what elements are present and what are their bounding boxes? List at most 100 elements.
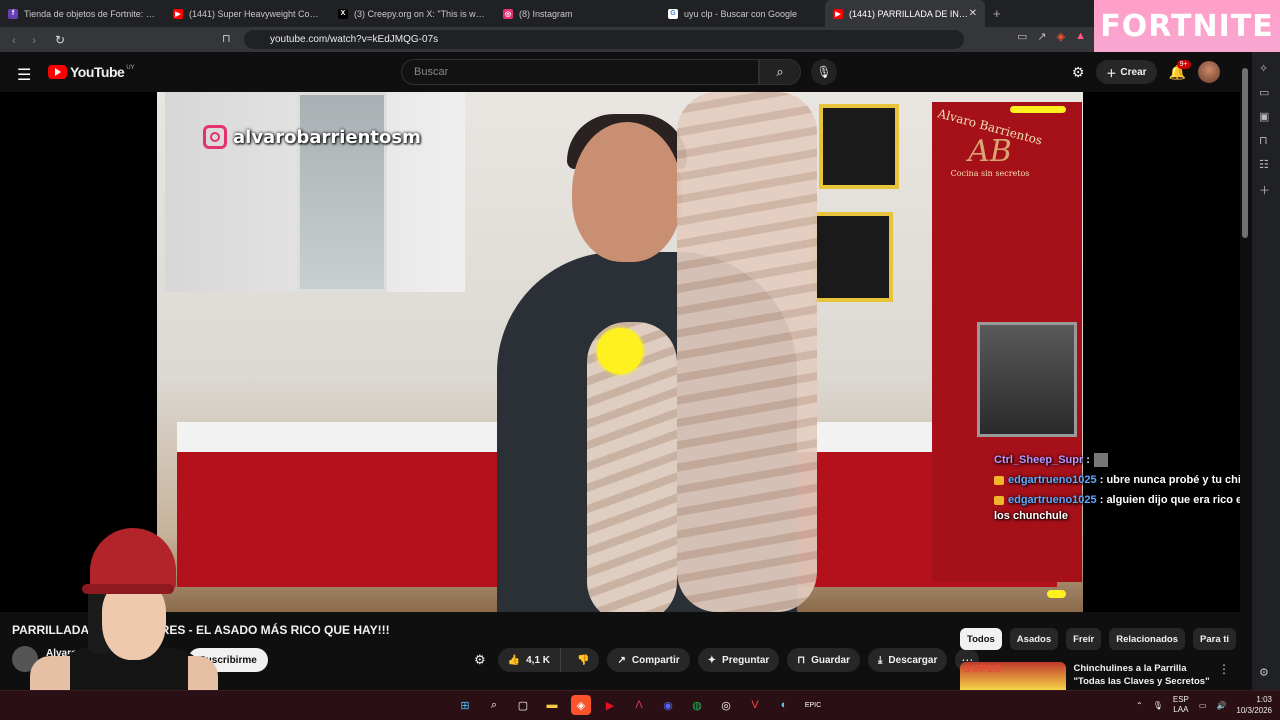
share-icon[interactable]: ↗ [1037,30,1046,43]
epic-icon[interactable]: Λ [629,695,649,715]
google-icon: G [668,8,678,19]
fortnite-ad-banner[interactable]: FORTNITE [1094,0,1280,52]
sparkle-icon: ✦ [707,654,717,666]
close-tab-icon[interactable]: ✕ [969,8,977,19]
system-tray: ⌃ 🎙 ESP LAA ▭ 🔊 1:03 10/3/2026 [1136,694,1272,716]
chat-user: edgartrueno1025 [1008,474,1097,486]
ask-button[interactable]: ✦ Preguntar [697,648,780,672]
gear-icon[interactable]: ⚙ [474,652,486,668]
discord-icon[interactable]: ◉ [658,695,678,715]
tv-icon[interactable]: ▭ [1259,86,1269,99]
voice-search-button[interactable]: 🎙 [811,59,837,85]
video-thumbnail[interactable]: SUPER [960,662,1066,690]
mic-icon[interactable]: 🎙 [1153,701,1163,710]
share-button[interactable]: ↗ Compartir [607,648,690,672]
chip-asados[interactable]: Asados [1009,628,1059,650]
share-icon: ↗ [617,654,626,666]
leo-icon[interactable]: ✧ [1259,62,1268,75]
language-indicator[interactable]: ESP LAA [1173,695,1189,715]
volume-icon[interactable]: 🔊 [1216,701,1226,710]
bookmark-icon[interactable]: ⊓ [222,32,231,45]
media-player-icon[interactable]: ▶ [600,695,620,715]
thumbs-up-icon: 👍 [507,654,521,666]
search-button[interactable]: ⌕ [759,59,801,85]
save-button[interactable]: ⊓ Guardar [787,648,860,672]
recommended-video[interactable]: SUPER Chinchulines a la Parrilla "Todas … [960,662,1230,690]
tab-google-search[interactable]: Guyu clp - Buscar con Google [660,0,825,27]
tab-youtube-heavyweight[interactable]: ▶(1441) Super Heavyweight Contende [165,0,330,27]
tab-x-creepy[interactable]: X (3) Creepy.org on X: "This is why two [330,0,495,27]
clock[interactable]: 1:03 10/3/2026 [1236,694,1272,716]
chat-overlay: Ctrl_Sheep_Supr : edgartrueno1025 : ubre… [994,452,1240,528]
create-label: Crear [1120,66,1147,78]
instagram-icon [203,125,227,149]
dislike-button[interactable]: 👎 [567,655,599,666]
share-label: Compartir [631,654,680,666]
related-chips: Todos Asados Freír Relacionados Para ti [960,628,1237,650]
highlight-bar [1010,106,1066,113]
reload-icon[interactable]: ↻ [50,33,70,47]
page-scrollbar[interactable] [1241,60,1249,690]
streamer-shoulder [30,656,70,690]
epic-games-icon[interactable]: EPIC [803,695,823,715]
chip-freir[interactable]: Freír [1066,628,1102,650]
brave-browser-icon[interactable]: ◈ [571,695,591,715]
wall-frame [819,104,899,189]
chip-all[interactable]: Todos [960,628,1002,650]
avatar[interactable] [1198,61,1220,83]
recommended-title[interactable]: Chinchulines a la Parrilla "Todas las Cl… [1074,662,1211,690]
badge-icon [994,495,1004,505]
youtube-logo-text: YouTube [70,64,125,80]
bookmarks-icon[interactable]: ⊓ [1259,134,1268,147]
back-icon[interactable]: ‹ [4,33,24,47]
cast-icon[interactable]: ▭ [1017,30,1027,43]
spotify-icon[interactable]: ◍ [687,695,707,715]
menu-icon[interactable]: ☰ [17,65,31,85]
x-icon: X [338,8,348,19]
tab-fortnite-shop[interactable]: f Tienda de objetos de Fortnite: Conte [0,0,165,27]
wallet-icon[interactable]: ▣ [1259,110,1269,123]
notification-badge: 9+ [1176,59,1191,69]
kebab-menu-icon[interactable]: ⋮ [1218,662,1230,690]
create-button[interactable]: ＋ Crear [1096,60,1157,84]
extensions-area: ▭ ↗ ◈ ▲ [1017,30,1086,43]
gear-icon[interactable]: ⚙ [1072,64,1085,81]
url-field[interactable]: youtube.com/watch?v=kEdJMQG-07s [244,30,964,49]
task-view-icon[interactable]: ▢ [513,695,533,715]
new-tab-button[interactable]: + [993,6,1001,21]
ad-text: FORTNITE [1100,8,1274,44]
obs-icon[interactable]: ◎ [716,695,736,715]
add-icon[interactable]: ＋ [1259,182,1270,198]
chip-related[interactable]: Relacionados [1109,628,1186,650]
notifications-button[interactable]: 🔔 9+ [1169,59,1191,81]
tab-instagram[interactable]: ◎ (8) Instagram [495,0,660,27]
brave-shield-icon[interactable]: ◈ [1057,30,1065,43]
search-input[interactable]: Buscar [401,59,759,85]
channel-brand-logo: Alvaro Barrientos AB Cocina sin secretos [930,106,1050,200]
search-icon[interactable]: ⌕ [484,695,504,715]
scrollbar-thumb[interactable] [1242,68,1248,238]
reading-list-icon[interactable]: ☷ [1259,158,1269,171]
display-icon[interactable]: ▭ [1199,701,1207,710]
chat-message: Ctrl_Sheep_Supr : [994,452,1240,468]
steam-icon[interactable]: ◐ [774,695,794,715]
oven [977,322,1077,437]
download-button[interactable]: ⤓ Descargar [868,648,948,672]
region-code: UY [126,65,135,71]
taskbar-apps: ⊞ ⌕ ▢ ▬ ◈ ▶ Λ ◉ ◍ ◎ V ◐ EPIC [455,695,823,715]
chat-text: ubre nunca probé y tu chino ? [1106,474,1240,486]
valorant-icon[interactable]: V [745,695,765,715]
like-button[interactable]: 👍 4,1 K [498,648,562,672]
chevron-up-icon[interactable]: ⌃ [1136,701,1143,710]
file-explorer-icon[interactable]: ▬ [542,695,562,715]
tab-youtube-parrillada[interactable]: ▶ (1441) PARRILLADA DE INTER ✕ [825,0,985,27]
windows-start-icon[interactable]: ⊞ [455,695,475,715]
streamer-hat-brim [82,584,174,594]
youtube-logo[interactable]: YouTube UY [48,64,135,80]
forward-icon[interactable]: › [24,33,44,47]
brave-rewards-icon[interactable]: ▲ [1075,30,1086,43]
chip-for-you[interactable]: Para ti [1193,628,1237,650]
youtube-icon: ▶ [833,8,843,19]
glass-cabinet [297,92,387,292]
gear-icon[interactable]: ⚙ [1259,666,1269,679]
